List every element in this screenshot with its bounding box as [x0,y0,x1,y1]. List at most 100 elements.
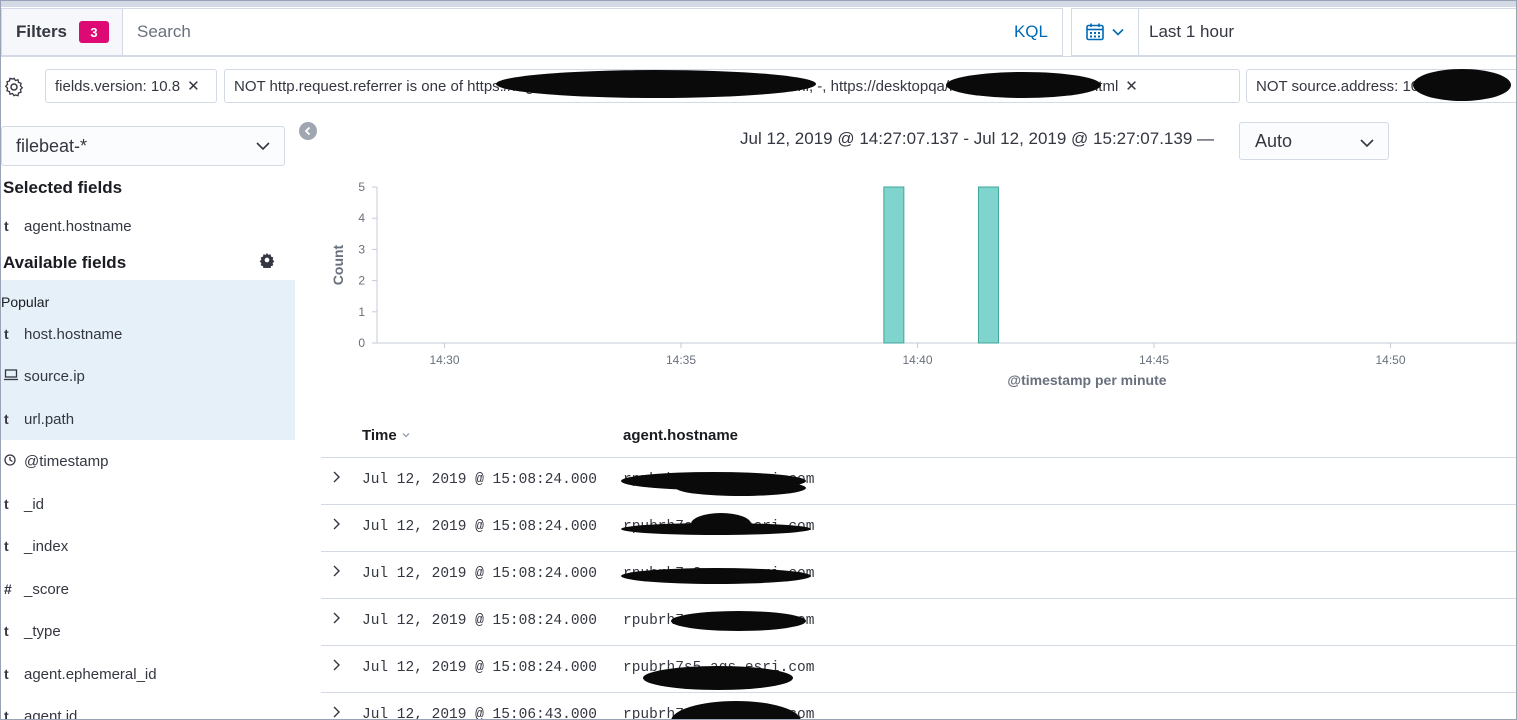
ip-type-icon [1,368,24,384]
interval-select[interactable]: Auto [1239,122,1389,160]
y-tick-label: 1 [358,305,365,319]
gear-icon[interactable] [259,252,275,268]
sort-desc-icon[interactable] [401,430,411,440]
string-type-icon: t [4,326,9,342]
field-name: source.ip [24,367,85,385]
selected-fields-title: Selected fields [3,178,123,197]
filter-pills-bar: fields.version: 10.8 ✕ NOT http.request.… [1,64,1516,106]
filters-count-badge: 3 [79,21,110,43]
filter-pill-label: fields.version: 10.8 [55,77,181,95]
available-fields-title: Available fields [3,253,127,272]
y-tick-label: 2 [358,274,365,288]
selected-field-item[interactable]: t agent.hostname [1,211,295,241]
field-name: host.hostname [24,325,123,343]
y-tick-label: 3 [358,242,365,256]
search-box: KQL [123,8,1063,56]
kql-toggle[interactable]: KQL [1014,22,1048,42]
cell-time: Jul 12, 2019 @ 15:08:24.000 [362,566,597,582]
x-axis-label: @timestamp per minute [1007,372,1166,388]
string-type-icon: t [4,666,9,682]
field-name: _score [24,580,70,598]
number-type-icon: # [4,581,12,597]
popular-field-item[interactable]: source.ip [1,361,295,391]
calendar-icon [1086,23,1104,41]
index-pattern-select[interactable]: filebeat-* [1,126,285,166]
clock-icon [1,453,24,469]
field-item[interactable]: t _id [1,489,295,519]
table-row[interactable]: Jul 12, 2019 @ 15:08:24.000rpubrh7s1.ags… [321,458,1516,505]
filters-button[interactable]: Filters 3 [1,8,123,56]
field-item[interactable]: @timestamp [1,446,295,476]
x-tick-label: 14:45 [1139,353,1169,367]
y-tick-label: 0 [358,336,365,350]
close-icon[interactable]: ✕ [187,77,200,95]
chevron-right-icon[interactable] [331,469,343,485]
redaction-mark [691,513,751,535]
field-item[interactable]: t _index [1,531,295,561]
field-name: url.path [24,410,75,428]
redaction-mark [496,70,816,98]
cell-time: Jul 12, 2019 @ 15:08:24.000 [362,613,597,629]
redaction-mark [671,701,801,719]
collapse-sidebar-button[interactable] [299,122,317,140]
x-tick-label: 14:50 [1375,353,1405,367]
string-type-icon: t [4,623,9,639]
redaction-mark [946,72,1101,98]
histogram-chart: 012345 14:3014:3514:4014:4514:5014:5515:… [330,180,1516,388]
x-tick-label: 14:30 [429,353,459,367]
table-row[interactable]: Jul 12, 2019 @ 15:08:24.000rpubrh7s3.ags… [321,552,1516,599]
index-pattern-label: filebeat-* [16,135,88,156]
table-row[interactable]: Jul 12, 2019 @ 15:08:24.000rpubrh7s4.ags… [321,599,1516,646]
search-input[interactable] [123,9,983,55]
table-row[interactable]: Jul 12, 2019 @ 15:08:24.000rpubrh7s5.ags… [321,646,1516,693]
field-item[interactable]: t _type [1,616,295,646]
chevron-right-icon[interactable] [331,563,343,579]
table-row[interactable]: Jul 12, 2019 @ 15:08:24.000rpubrh7s2.ags… [321,505,1516,552]
popular-label: Popular [1,294,50,310]
x-axis: 14:3014:3514:4014:4514:5014:5515:0015:05… [377,342,1516,367]
redaction-mark [643,666,793,690]
field-name: agent.id [24,707,78,720]
chevron-right-icon[interactable] [331,610,343,626]
y-axis: 0 1 2 3 4 5 [358,180,378,350]
table-row[interactable]: Jul 12, 2019 @ 15:06:43.000rpubrh7s6.ags… [321,693,1516,720]
redaction-mark [1413,69,1511,101]
redaction-mark [676,480,806,496]
column-header-label: Time [362,427,397,444]
field-name: _index [24,537,69,555]
redaction-mark [671,611,806,631]
popular-field-item[interactable]: t host.hostname [1,319,295,349]
cell-time: Jul 12, 2019 @ 15:08:24.000 [362,660,597,676]
field-sidebar: filebeat-* Selected fields t agent.hostn… [1,116,295,720]
histogram-bar[interactable] [883,186,905,344]
query-bar: Filters 3 KQL Last 1 hour [1,7,1516,57]
column-header-agent-hostname[interactable]: agent.hostname [623,427,738,444]
field-item[interactable]: t agent.ephemeral_id [1,659,295,689]
chevron-right-icon[interactable] [331,516,343,532]
field-name: agent.hostname [24,217,132,235]
interval-label: Auto [1255,130,1293,151]
field-name: agent.ephemeral_id [24,665,157,683]
date-range-display[interactable]: Last 1 hour [1139,8,1516,56]
chevron-right-icon[interactable] [331,704,343,720]
chart-time-range: Jul 12, 2019 @ 14:27:07.137 - Jul 12, 20… [740,129,1215,148]
column-header-time[interactable]: Time [362,427,411,444]
close-icon[interactable]: ✕ [1125,77,1138,95]
string-type-icon: t [4,708,9,720]
field-name: _id [24,495,45,513]
filters-label: Filters [16,22,68,41]
y-tick-label: 5 [358,180,365,194]
chevron-right-icon[interactable] [331,657,343,673]
gear-icon[interactable] [3,76,25,98]
field-item[interactable]: t agent.id [1,701,295,720]
histogram-bar[interactable] [977,186,999,344]
discover-page: Filters 3 KQL Last 1 hour [0,0,1517,720]
cell-time: Jul 12, 2019 @ 15:08:24.000 [362,472,597,488]
field-item[interactable]: # _score [1,574,295,604]
string-type-icon: t [4,496,9,512]
y-tick-label: 4 [358,211,365,225]
filter-pill-version[interactable]: fields.version: 10.8 ✕ [45,69,217,103]
date-quick-menu-button[interactable] [1071,8,1139,56]
popular-field-item[interactable]: t url.path [1,404,295,434]
redaction-mark [621,568,811,584]
